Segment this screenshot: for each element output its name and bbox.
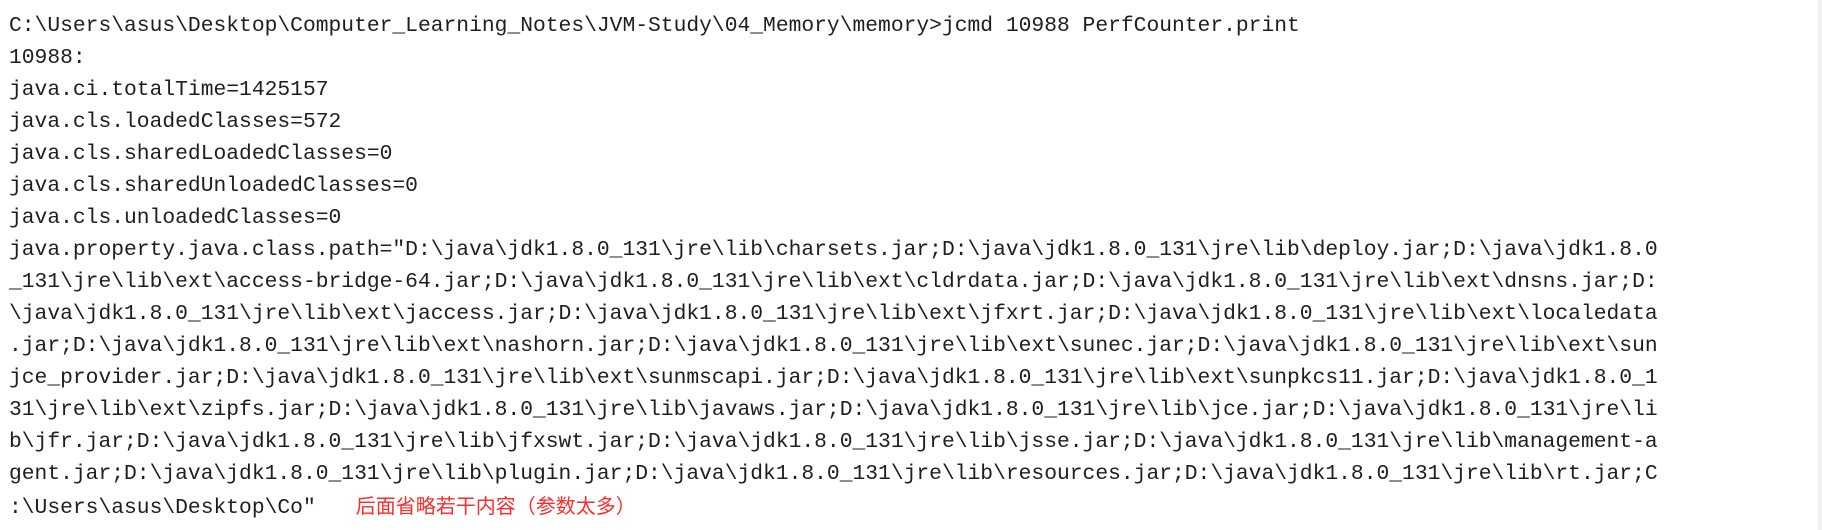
output-line: java.cls.sharedLoadedClasses=0 xyxy=(9,142,393,166)
output-line: \java\jdk1.8.0_131\jre\lib\ext\jaccess.j… xyxy=(9,302,1658,326)
output-line: b\jfr.jar;D:\java\jdk1.8.0_131\jre\lib\j… xyxy=(9,430,1658,454)
output-line: java.cls.loadedClasses=572 xyxy=(9,110,342,134)
process-id-line: 10988: xyxy=(9,46,86,70)
output-line-text: :\Users\asus\Desktop\Co" xyxy=(9,496,316,520)
omitted-content-annotation: 后面省略若干内容（参数太多） xyxy=(355,494,636,518)
output-line: java.property.java.class.path="D:\java\j… xyxy=(9,238,1658,262)
output-line: java.cls.sharedUnloadedClasses=0 xyxy=(9,174,418,198)
output-line: 31\jre\lib\ext\zipfs.jar;D:\java\jdk1.8.… xyxy=(9,398,1658,422)
output-line: gent.jar;D:\java\jdk1.8.0_131\jre\lib\pl… xyxy=(9,462,1658,486)
output-line: java.cls.unloadedClasses=0 xyxy=(9,206,342,230)
output-line: _131\jre\lib\ext\access-bridge-64.jar;D:… xyxy=(9,270,1658,294)
output-line: .jar;D:\java\jdk1.8.0_131\jre\lib\ext\na… xyxy=(9,334,1658,358)
output-line: java.ci.totalTime=1425157 xyxy=(9,78,329,102)
output-last-line: :\Users\asus\Desktop\Co" 后面省略若干内容（参数太多） xyxy=(9,490,1822,522)
scrollbar[interactable] xyxy=(1818,0,1822,530)
output-line: jce_provider.jar;D:\java\jdk1.8.0_131\jr… xyxy=(9,366,1658,390)
command-line: C:\Users\asus\Desktop\Computer_Learning_… xyxy=(9,14,1300,38)
console-output[interactable]: C:\Users\asus\Desktop\Computer_Learning_… xyxy=(0,0,1822,530)
